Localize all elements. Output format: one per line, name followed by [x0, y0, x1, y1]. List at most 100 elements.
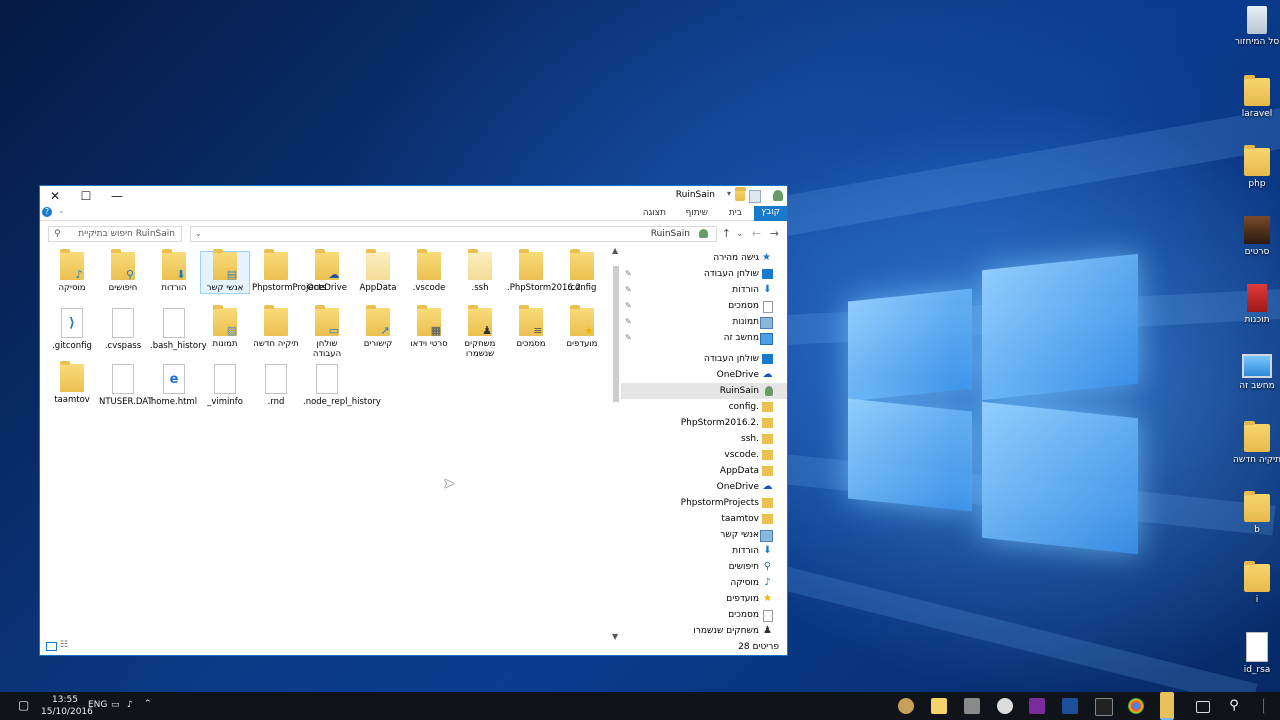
chrome-taskbar-icon[interactable]	[1128, 698, 1144, 714]
desktop-icon-movies[interactable]: סרטים	[1229, 216, 1280, 257]
forward-button[interactable]: ←	[752, 227, 761, 240]
action-center-icon[interactable]: ▢	[18, 698, 29, 712]
desktop-icon-b[interactable]: b	[1229, 491, 1280, 535]
minimize-button[interactable]: —	[102, 186, 132, 206]
nav-item[interactable]: חיפושים ⚲	[621, 559, 787, 575]
network-icon[interactable]: ▭	[111, 700, 120, 710]
nav-item[interactable]: משחקים שנשמרו ♟	[621, 623, 787, 639]
file-item[interactable]: .vscode	[405, 249, 453, 293]
quick-access-dropdown-icon[interactable]: ▾	[727, 189, 731, 198]
desktop-icon-id-rsa[interactable]: id_rsa	[1229, 632, 1280, 675]
nav-item[interactable]: מוסיקה ♪	[621, 575, 787, 591]
nav-item[interactable]: OneDrive ☁	[621, 479, 787, 495]
file-item[interactable]: ▨ תמונות	[201, 305, 249, 349]
file-item[interactable]: ⟩ .gitconfig	[48, 308, 96, 351]
file-item[interactable]: ▦ סרטי וידאו	[405, 305, 453, 349]
tab-home[interactable]: בית	[722, 207, 749, 219]
items-view[interactable]: ♪ מוסיקה ⚲ חיפושים ⬇ הורדות ▤ אנשי קשר PhpstormP…	[40, 246, 610, 641]
nav-item[interactable]: מועדפים ★	[621, 591, 787, 607]
address-bar[interactable]: RuinSain ⌄ ↻	[175, 226, 717, 242]
nav-item[interactable]: ssh.	[621, 431, 787, 447]
nav-item[interactable]: מחשב זה ✎	[621, 330, 787, 346]
nav-item[interactable]: הורדות ⬇	[621, 543, 787, 559]
file-explorer-taskbar-icon[interactable]	[1160, 692, 1174, 720]
file-item[interactable]: ♟ משחקים שנשמרו	[456, 305, 504, 359]
clock-time[interactable]: 13:55	[52, 695, 78, 705]
file-item[interactable]: .PhpStorm2016.2	[507, 249, 581, 293]
clock-date[interactable]: 15/10/2016	[41, 707, 93, 717]
file-item[interactable]: .bash_history	[150, 308, 207, 351]
app-taskbar-icon[interactable]	[964, 698, 980, 714]
file-item[interactable]: .config	[558, 249, 606, 293]
help-icon[interactable]: ?	[42, 207, 52, 217]
cmd-taskbar-icon[interactable]	[1095, 698, 1113, 716]
large-icons-view-icon[interactable]: ☷	[60, 640, 68, 650]
back-button[interactable]: →	[770, 227, 779, 240]
file-item[interactable]: NTUSER.DAT	[99, 364, 153, 407]
tab-file[interactable]: קובץ	[754, 206, 787, 221]
file-item[interactable]: ▭ שולחן העבודה	[303, 305, 351, 359]
nav-quick-access[interactable]: גישה מהירה ★	[621, 250, 787, 266]
file-item[interactable]: ⚲ חיפושים	[99, 249, 147, 293]
pin-icon[interactable]: ✎	[625, 282, 632, 298]
nav-item[interactable]: OneDrive ☁	[621, 367, 787, 383]
nav-item[interactable]: מסמכים	[621, 607, 787, 623]
maximize-button[interactable]: ☐	[71, 186, 101, 206]
file-item[interactable]: PhpstormProjects	[252, 249, 326, 293]
file-item[interactable]: תיקיה חדשה	[252, 305, 300, 349]
desktop-icon-recycle-bin[interactable]: סל המיחזור	[1229, 6, 1280, 47]
file-item[interactable]: _viminfo	[201, 364, 249, 407]
show-desktop-button[interactable]	[1263, 698, 1268, 714]
pin-icon[interactable]: ✎	[625, 314, 632, 330]
file-item[interactable]: ≡ מסמכים	[507, 305, 555, 349]
nav-item[interactable]: הורדות ⬇ ✎	[621, 282, 787, 298]
file-item[interactable]: ▤ אנשי קשר	[200, 249, 250, 294]
phpstorm-taskbar-icon[interactable]	[1029, 698, 1045, 714]
scroll-up-icon[interactable]: ▲	[612, 246, 618, 255]
powershell-taskbar-icon[interactable]	[1062, 698, 1078, 714]
nav-item[interactable]: שולחן העבודה	[621, 351, 787, 367]
pin-icon[interactable]: ✎	[625, 298, 632, 314]
file-item[interactable]: .ssh	[456, 249, 504, 293]
nav-item[interactable]: מסמכים ✎	[621, 298, 787, 314]
nav-item[interactable]: שולחן העבודה ✎	[621, 266, 787, 282]
file-item[interactable]: ⬇ הורדות	[150, 249, 198, 293]
ribbon-expand-icon[interactable]: ⌄	[58, 206, 65, 215]
file-item[interactable]: ★ מועדפים	[558, 305, 606, 349]
volume-icon[interactable]: ♪	[127, 700, 133, 710]
file-item[interactable]: ☁ OneDrive	[303, 249, 351, 293]
app-taskbar-icon[interactable]	[898, 698, 914, 714]
folder-icon[interactable]	[735, 187, 746, 201]
sticky-notes-taskbar-icon[interactable]	[931, 698, 947, 714]
desktop-icon-new-folder[interactable]: תיקיה חדשה	[1229, 421, 1280, 465]
desktop-icon-php[interactable]: php	[1229, 145, 1280, 189]
nav-item[interactable]: config.	[621, 399, 787, 415]
desktop-icon-i[interactable]: i	[1229, 561, 1280, 605]
file-item[interactable]: .node_repl_history	[303, 364, 381, 407]
details-view-icon[interactable]	[46, 642, 57, 651]
up-button[interactable]: ↑	[722, 227, 731, 240]
file-item[interactable]: .cvspass	[99, 308, 147, 351]
pin-icon[interactable]: ✎	[625, 330, 632, 346]
navigation-pane[interactable]: גישה מהירה ★ שולחן העבודה ✎ הורדות ⬇ ✎ מסמכים…	[621, 246, 787, 641]
tab-share[interactable]: שיתוף	[678, 207, 715, 219]
file-item[interactable]: taamtov	[48, 361, 96, 405]
nav-item[interactable]: AppData	[621, 463, 787, 479]
file-explorer-window[interactable]: ✕ ☐ — RuinSain ▾ קובץ בית שיתוף תצוגה ? …	[39, 185, 788, 656]
app-taskbar-icon[interactable]	[997, 698, 1013, 714]
desktop-icon-programs[interactable]: תוכנות	[1229, 284, 1280, 325]
file-item[interactable]: AppData	[354, 249, 402, 293]
scrollbar-thumb[interactable]	[613, 266, 619, 402]
search-icon[interactable]: ⚲	[1226, 698, 1242, 714]
close-button[interactable]: ✕	[40, 186, 70, 206]
tab-view[interactable]: תצוגה	[636, 207, 673, 219]
task-view-icon[interactable]	[1196, 701, 1210, 713]
properties-icon[interactable]	[749, 190, 761, 203]
recent-locations-button[interactable]: ⌄	[736, 229, 743, 238]
file-item[interactable]: .rnd	[252, 364, 300, 407]
address-dropdown-icon[interactable]: ⌄	[195, 227, 202, 241]
nav-item[interactable]: PhpStorm2016.2.	[621, 415, 787, 431]
nav-item[interactable]: תמונות ✎	[621, 314, 787, 330]
file-item[interactable]: ↗ קישורים	[354, 305, 402, 349]
nav-item[interactable]: taamtov	[621, 511, 787, 527]
